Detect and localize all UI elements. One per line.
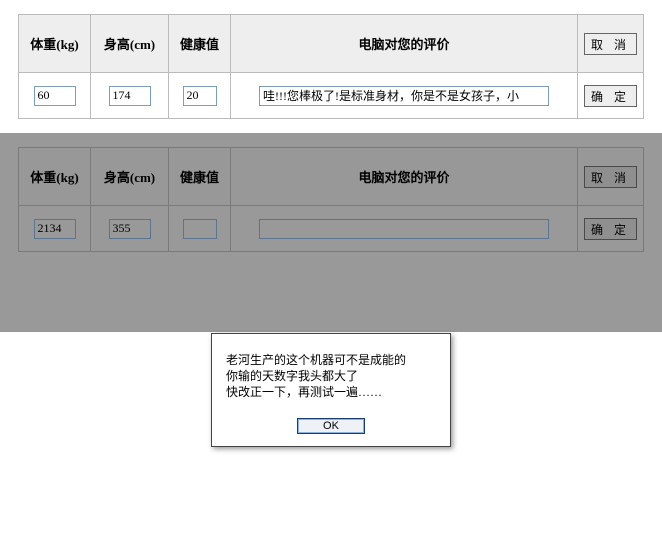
alert-message: 老河生产的这个机器可不是成能的 你输的天数字我头都大了 快改正一下，再测试一遍……: [226, 352, 436, 400]
cancel-button[interactable]: 取 消: [584, 33, 637, 55]
header-cancel-cell: 取 消: [578, 148, 644, 206]
header-eval: 电脑对您的评价: [231, 15, 578, 73]
header-height: 身高(cm): [91, 15, 169, 73]
form-table-1: 体重(kg) 身高(cm) 健康值 电脑对您的评价 取 消 确 定: [18, 14, 644, 119]
alert-line3: 快改正一下，再测试一遍……: [226, 385, 382, 399]
alert-ok-button[interactable]: OK: [297, 418, 365, 434]
confirm-button[interactable]: 确 定: [584, 218, 637, 240]
health-input[interactable]: [183, 219, 217, 239]
cancel-button[interactable]: 取 消: [584, 166, 637, 188]
header-weight: 体重(kg): [19, 148, 91, 206]
height-input[interactable]: [109, 219, 151, 239]
form-section-1: 体重(kg) 身高(cm) 健康值 电脑对您的评价 取 消 确 定: [0, 0, 662, 133]
alert-dialog: 老河生产的这个机器可不是成能的 你输的天数字我头都大了 快改正一下，再测试一遍……: [211, 333, 451, 447]
form-section-2: 体重(kg) 身高(cm) 健康值 电脑对您的评价 取 消 确 定 老河生产的这…: [0, 133, 662, 332]
header-cancel-cell: 取 消: [578, 15, 644, 73]
confirm-button[interactable]: 确 定: [584, 85, 637, 107]
alert-button-row: OK: [226, 418, 436, 434]
form-table-2: 体重(kg) 身高(cm) 健康值 电脑对您的评价 取 消 确 定: [18, 147, 644, 252]
header-height: 身高(cm): [91, 148, 169, 206]
height-input[interactable]: [109, 86, 151, 106]
eval-output[interactable]: [259, 86, 549, 106]
health-input[interactable]: [183, 86, 217, 106]
alert-line1: 老河生产的这个机器可不是成能的: [226, 353, 406, 367]
alert-line2: 你输的天数字我头都大了: [226, 369, 358, 383]
weight-input[interactable]: [34, 86, 76, 106]
header-eval: 电脑对您的评价: [231, 148, 578, 206]
weight-input[interactable]: [34, 219, 76, 239]
header-weight: 体重(kg): [19, 15, 91, 73]
eval-output[interactable]: [259, 219, 549, 239]
header-health: 健康值: [169, 15, 231, 73]
header-health: 健康值: [169, 148, 231, 206]
